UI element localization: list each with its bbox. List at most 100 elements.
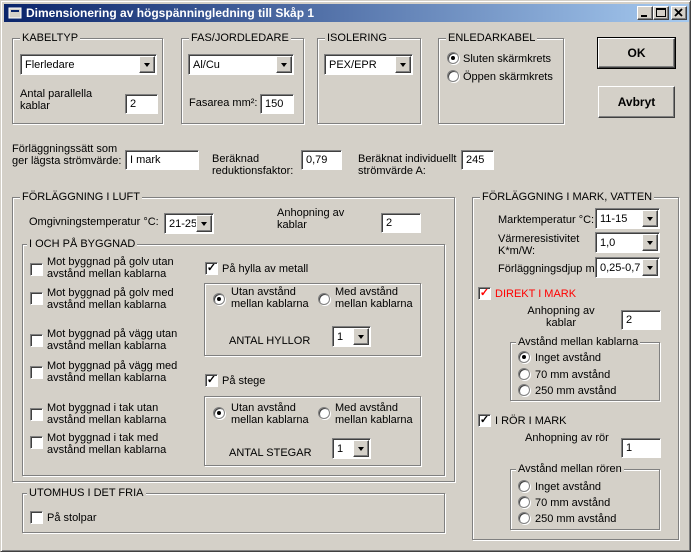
minimize-button[interactable] (637, 6, 653, 20)
hyllor-count-label: ANTAL HYLLOR (229, 335, 311, 347)
chevron-down-icon[interactable] (642, 259, 658, 276)
hylla-utan-radio[interactable] (213, 293, 225, 305)
chevron-down-icon[interactable] (276, 56, 292, 73)
factor-input[interactable]: 0,79 (301, 150, 342, 170)
byggnad-legend: I OCH PÅ BYGGNAD (27, 237, 138, 251)
isolering-group: ISOLERING (317, 31, 421, 124)
direkt-inget-radio[interactable] (518, 351, 530, 363)
direkt-anhop-input[interactable]: 2 (621, 310, 661, 330)
window-title: Dimensionering av högspänningledning til… (26, 6, 315, 20)
tak-utan-label: Mot byggnad i tak utan avstånd mellan ka… (47, 402, 167, 426)
direkt-inget-label: Inget avstånd (535, 352, 602, 364)
current-input[interactable]: 245 (461, 150, 494, 170)
oppen-radio[interactable] (447, 70, 459, 82)
chevron-down-icon[interactable] (642, 234, 658, 251)
dialog-window: Dimensionering av högspänningledning til… (0, 0, 691, 552)
fasarea-label: Fasarea mm²: (189, 97, 258, 109)
app-icon (8, 7, 22, 19)
isolering-legend: ISOLERING (325, 31, 389, 45)
chevron-down-icon[interactable] (139, 56, 155, 73)
mark-depth-label: Förläggningsdjup m: (498, 263, 598, 275)
ror-distance-legend: Avstånd mellan rören (516, 462, 624, 476)
chevron-down-icon[interactable] (196, 215, 212, 232)
sluten-label: Sluten skärmkrets (463, 53, 552, 65)
direkt-distance-legend: Avstånd mellan kablarna (516, 335, 641, 349)
hylla-med-label: Med avstånd mellan kablarna (335, 286, 413, 310)
stegar-count-label: ANTAL STEGAR (229, 447, 312, 459)
minimize-icon (641, 15, 647, 17)
tak-med-checkbox[interactable] (30, 436, 43, 449)
close-button[interactable] (671, 6, 687, 20)
stege-med-label: Med avstånd mellan kablarna (335, 402, 413, 426)
fas-value: Al/Cu (193, 59, 220, 71)
luft-temp-select[interactable]: 21-25 (164, 213, 214, 234)
vagg-med-label: Mot byggnad på vägg med avstånd mellan k… (47, 360, 178, 384)
chevron-down-icon[interactable] (353, 440, 369, 457)
stege-utan-label: Utan avstånd mellan kablarna (231, 402, 309, 426)
mark-temp-label: Marktemperatur °C: (498, 214, 595, 226)
parallel-input[interactable]: 2 (125, 94, 158, 114)
luft-legend: FÖRLÄGGNING I LUFT (20, 190, 142, 204)
ror-250-radio[interactable] (518, 512, 530, 524)
direkt-checkbox[interactable]: ✓ (478, 287, 491, 300)
enledar-legend: ENLEDARKABEL (446, 31, 538, 45)
stegar-count-select[interactable]: 1 (332, 438, 371, 459)
hylla-utan-label: Utan avstånd mellan kablarna (231, 286, 309, 310)
kabeltyp-legend: KABELTYP (20, 31, 81, 45)
mark-resist-select[interactable]: 1,0 (595, 232, 660, 253)
maximize-button[interactable] (653, 6, 669, 20)
parallel-label: Antal parallella kablar (20, 88, 93, 112)
ror-inget-radio[interactable] (518, 480, 530, 492)
golv-med-label: Mot byggnad på golv med avstånd mellan k… (47, 287, 174, 311)
chevron-down-icon[interactable] (395, 56, 411, 73)
kabeltyp-select[interactable]: Flerledare (20, 54, 157, 75)
fasarea-input[interactable]: 150 (260, 94, 294, 114)
ok-button[interactable]: OK (597, 37, 676, 69)
direkt-70-label: 70 mm avstånd (535, 369, 611, 381)
direkt-250-radio[interactable] (518, 384, 530, 396)
fas-legend: FAS/JORDLEDARE (189, 31, 291, 45)
ror-inget-label: Inget avstånd (535, 481, 602, 493)
ror-70-radio[interactable] (518, 496, 530, 508)
direkt-anhop-label: Anhopning av kablar (527, 305, 595, 329)
ror-anhop-input[interactable]: 1 (621, 438, 661, 458)
tak-utan-checkbox[interactable] (30, 408, 43, 421)
isolering-select[interactable]: PEX/EPR (324, 54, 413, 75)
ror-checkbox[interactable]: ✓ (478, 414, 491, 427)
golv-med-checkbox[interactable] (30, 292, 43, 305)
vagg-med-checkbox[interactable] (30, 366, 43, 379)
vagg-utan-checkbox[interactable] (30, 334, 43, 347)
stege-checkbox[interactable]: ✓ (205, 374, 218, 387)
stolpar-checkbox[interactable] (30, 511, 43, 524)
direkt-70-radio[interactable] (518, 368, 530, 380)
golv-utan-checkbox[interactable] (30, 263, 43, 276)
fas-select[interactable]: Al/Cu (188, 54, 294, 75)
hylla-label: På hylla av metall (222, 263, 309, 275)
hylla-checkbox[interactable]: ✓ (205, 262, 218, 275)
vagg-utan-label: Mot byggnad på vägg utan avstånd mellan … (47, 328, 178, 352)
mark-temp-select[interactable]: 11-15 (595, 208, 660, 229)
hylla-med-radio[interactable] (318, 293, 330, 305)
mark-depth-select[interactable]: 0,25-0,7 (595, 257, 660, 278)
luft-temp-label: Omgivningstemperatur °C: (29, 216, 159, 228)
mark-resist-label: Värmeresistivitet K*m/W: (498, 233, 580, 257)
luft-temp-value: 21-25 (169, 218, 198, 230)
hyllor-count-select[interactable]: 1 (332, 326, 371, 347)
ror-anhop-label: Anhopning av rör (525, 432, 609, 444)
title-bar[interactable]: Dimensionering av högspänningledning til… (4, 4, 689, 22)
mark-legend: FÖRLÄGGNING I MARK, VATTEN (480, 190, 655, 204)
hyllor-count-value: 1 (337, 331, 344, 343)
chevron-down-icon[interactable] (353, 328, 369, 345)
chevron-down-icon[interactable] (642, 210, 658, 227)
mark-depth-value: 0,25-0,7 (600, 262, 641, 274)
cancel-button[interactable]: Avbryt (598, 86, 675, 118)
maximize-icon (656, 8, 666, 17)
golv-utan-label: Mot byggnad på golv utan avstånd mellan … (47, 256, 174, 280)
stege-utan-radio[interactable] (213, 407, 225, 419)
stege-med-radio[interactable] (318, 407, 330, 419)
method-input[interactable]: I mark (125, 150, 199, 170)
luft-anhop-input[interactable]: 2 (381, 213, 421, 233)
stegar-count-value: 1 (337, 443, 344, 455)
sluten-radio[interactable] (447, 52, 459, 64)
mark-resist-value: 1,0 (600, 237, 616, 249)
